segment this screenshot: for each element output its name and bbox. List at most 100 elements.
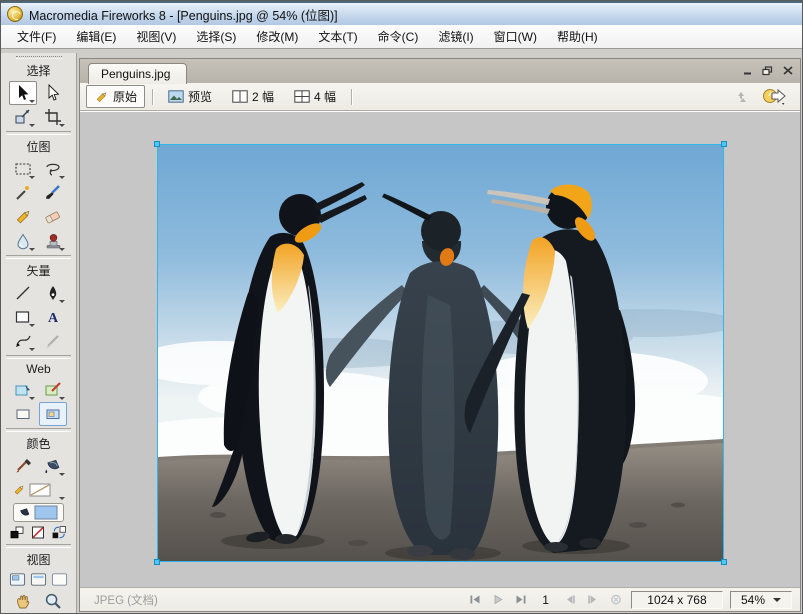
selection-handle-bottom-left[interactable] (154, 559, 160, 565)
tools-section-bitmap-title: 位图 (1, 137, 76, 157)
preview-view-label: 预览 (188, 88, 212, 105)
original-view-label: 原始 (113, 88, 137, 105)
menu-select[interactable]: 选择(S) (186, 25, 246, 48)
last-frame-icon (515, 594, 527, 605)
last-frame-button[interactable] (513, 593, 529, 607)
selected-bitmap-object[interactable] (157, 144, 724, 562)
zoom-tool[interactable] (39, 589, 67, 613)
lasso-tool[interactable] (39, 157, 67, 181)
play-button[interactable] (490, 593, 506, 607)
zoom-level-value: 54% (741, 593, 765, 607)
menu-help[interactable]: 帮助(H) (547, 25, 608, 48)
brush-tool[interactable] (39, 181, 67, 205)
next-frame-button[interactable] (585, 593, 601, 607)
stroke-color-well[interactable] (9, 478, 67, 502)
canvas-area[interactable] (80, 111, 800, 587)
quick-export-button[interactable] (762, 88, 788, 105)
menu-text[interactable]: 文本(T) (308, 25, 367, 48)
selection-handle-top-left[interactable] (154, 141, 160, 147)
document-tab-strip: Penguins.jpg (80, 59, 800, 83)
menu-bar: 文件(F) 编辑(E) 视图(V) 选择(S) 修改(M) 文本(T) 命令(C… (1, 25, 802, 49)
menu-view[interactable]: 视图(V) (126, 25, 186, 48)
file-type-label: JPEG (文档) (94, 592, 158, 608)
play-icon (492, 594, 504, 605)
magic-wand-icon (13, 184, 33, 202)
restore-button[interactable] (759, 63, 776, 78)
pencil-tool[interactable] (9, 205, 37, 229)
canvas-size-value: 1024 x 768 (647, 593, 706, 607)
magic-wand-tool[interactable] (9, 181, 37, 205)
line-tool[interactable] (9, 281, 37, 305)
hand-tool[interactable] (9, 589, 37, 613)
swap-colors-button[interactable] (49, 523, 69, 542)
menu-modify[interactable]: 修改(M) (246, 25, 308, 48)
menu-window[interactable]: 窗口(W) (484, 25, 547, 48)
document-tab[interactable]: Penguins.jpg (88, 63, 187, 84)
quick-export-icon (762, 88, 788, 105)
tools-section-view-title: 视图 (1, 550, 76, 570)
two-up-view-button[interactable]: 2 幅 (224, 85, 282, 108)
swap-colors-icon (51, 525, 67, 540)
menu-file[interactable]: 文件(F) (7, 25, 66, 48)
knife-tool[interactable] (39, 329, 67, 353)
menu-filters[interactable]: 滤镜(I) (428, 25, 483, 48)
hand-icon (13, 592, 33, 610)
pointer-tool[interactable] (9, 81, 37, 105)
previous-frame-button[interactable] (562, 593, 578, 607)
preview-image-icon (168, 90, 184, 103)
selection-handle-top-right[interactable] (721, 141, 727, 147)
menu-commands[interactable]: 命令(C) (368, 25, 429, 48)
fullscreen-menus-button[interactable] (28, 570, 48, 589)
subselection-tool[interactable] (39, 81, 67, 105)
default-colors-button[interactable] (7, 523, 27, 542)
scale-tool[interactable] (9, 105, 37, 129)
hotspot-tool[interactable] (9, 378, 37, 402)
preview-toolbar: 原始 预览 2 幅 4 幅 (80, 83, 800, 111)
show-slices-button[interactable] (39, 402, 67, 426)
original-view-button[interactable]: 原始 (86, 85, 145, 108)
canvas-size-indicator[interactable]: 1024 x 768 (631, 591, 723, 609)
previous-frame-icon (564, 594, 576, 605)
eyedropper-tool[interactable] (9, 454, 37, 478)
text-tool[interactable]: A (39, 305, 67, 329)
crop-tool[interactable] (39, 105, 67, 129)
two-up-view-label: 2 幅 (252, 88, 274, 105)
stop-button[interactable] (608, 593, 624, 607)
workspace: 选择 位图 (1, 51, 802, 613)
menu-edit[interactable]: 编辑(E) (66, 25, 126, 48)
document-status-bar: JPEG (文档) 1 (80, 587, 800, 611)
document-window-controls (739, 63, 796, 78)
close-icon (783, 66, 793, 75)
first-frame-icon (469, 594, 481, 605)
close-button[interactable] (779, 63, 796, 78)
pen-tool[interactable] (39, 281, 67, 305)
rubber-stamp-tool[interactable] (39, 229, 67, 253)
four-up-view-label: 4 幅 (314, 88, 336, 105)
frame-number: 1 (536, 593, 555, 607)
eraser-tool[interactable] (39, 205, 67, 229)
standard-screen-button[interactable] (7, 570, 27, 589)
preview-view-button[interactable]: 预览 (160, 85, 220, 108)
fill-color-well[interactable] (13, 503, 64, 522)
zoom-level-dropdown[interactable]: 54% (730, 591, 792, 609)
brush-icon (43, 184, 63, 202)
four-up-view-button[interactable]: 4 幅 (286, 85, 344, 108)
marquee-tool[interactable] (9, 157, 37, 181)
freeform-tool[interactable] (9, 329, 37, 353)
zoom-dropdown-arrow-icon (773, 598, 781, 602)
hide-slices-button[interactable] (9, 402, 37, 426)
paint-bucket-tool[interactable] (39, 454, 67, 478)
fullscreen-menus-icon (30, 572, 47, 587)
slice-tool[interactable] (39, 378, 67, 402)
blur-tool[interactable] (9, 229, 37, 253)
rectangle-tool[interactable] (9, 305, 37, 329)
selection-handle-bottom-right[interactable] (721, 559, 727, 565)
stroke-pencil-icon (12, 483, 26, 497)
first-frame-button[interactable] (467, 593, 483, 607)
no-color-button[interactable] (28, 523, 48, 542)
standard-screen-icon (9, 572, 26, 587)
fullscreen-button[interactable] (49, 570, 69, 589)
subselection-icon (43, 84, 63, 102)
panel-grip[interactable] (16, 56, 62, 59)
minimize-button[interactable] (739, 63, 756, 78)
